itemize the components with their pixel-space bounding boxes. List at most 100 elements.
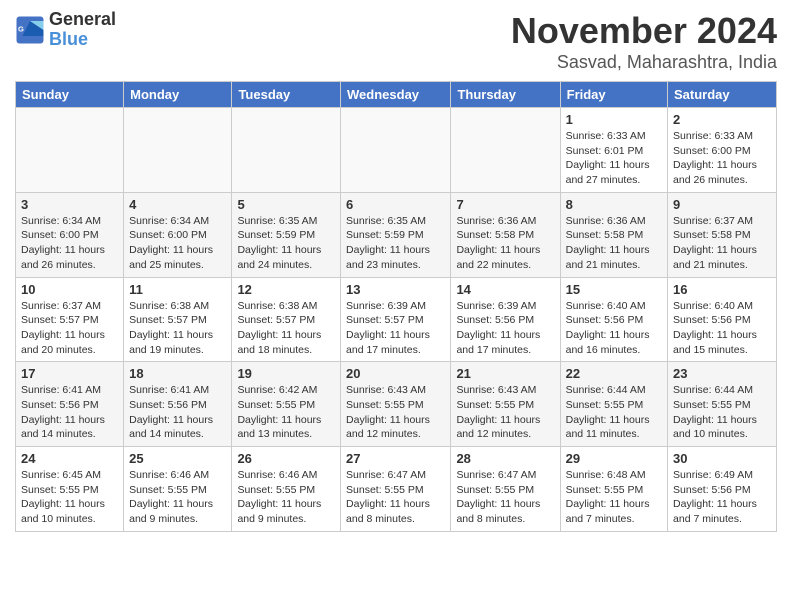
day-cell: 17 Sunrise: 6:41 AM Sunset: 5:56 PM Dayli… (16, 362, 124, 447)
month-title: November 2024 (511, 10, 777, 52)
day-cell (341, 108, 451, 193)
day-info: Sunrise: 6:36 AM Sunset: 5:58 PM Dayligh… (456, 214, 554, 273)
day-number: 30 (673, 451, 771, 466)
day-cell: 22Sunrise: 6:44 AM Sunset: 5:55 PM Dayli… (560, 362, 667, 447)
weekday-saturday: Saturday (668, 82, 777, 108)
day-cell: 19 Sunrise: 6:42 AM Sunset: 5:55 PM Dayli… (232, 362, 341, 447)
weekday-thursday: Thursday (451, 82, 560, 108)
day-info: Sunrise: 6:37 AM Sunset: 5:57 PM Dayligh… (21, 299, 118, 358)
day-cell (16, 108, 124, 193)
day-number: 3 (21, 197, 118, 212)
day-cell: 23Sunrise: 6:44 AM Sunset: 5:55 PM Dayli… (668, 362, 777, 447)
weekday-monday: Monday (124, 82, 232, 108)
day-number: 9 (673, 197, 771, 212)
weekday-sunday: Sunday (16, 82, 124, 108)
day-cell: 18Sunrise: 6:41 AM Sunset: 5:56 PM Dayli… (124, 362, 232, 447)
day-number: 12 (237, 282, 335, 297)
day-info: Sunrise: 6:48 AM Sunset: 5:55 PM Dayligh… (566, 468, 662, 527)
weekday-wednesday: Wednesday (341, 82, 451, 108)
day-number: 19 (237, 366, 335, 381)
location: Sasvad, Maharashtra, India (511, 52, 777, 73)
day-info: Sunrise: 6:47 AM Sunset: 5:55 PM Dayligh… (456, 468, 554, 527)
day-cell: 11 Sunrise: 6:38 AM Sunset: 5:57 PM Dayli… (124, 277, 232, 362)
day-number: 4 (129, 197, 226, 212)
day-number: 27 (346, 451, 445, 466)
day-info: Sunrise: 6:37 AM Sunset: 5:58 PM Dayligh… (673, 214, 771, 273)
day-cell: 14 Sunrise: 6:39 AM Sunset: 5:56 PM Dayli… (451, 277, 560, 362)
day-number: 6 (346, 197, 445, 212)
day-number: 14 (456, 282, 554, 297)
day-cell (232, 108, 341, 193)
day-number: 8 (566, 197, 662, 212)
day-info: Sunrise: 6:34 AM Sunset: 6:00 PM Dayligh… (21, 214, 118, 273)
header: G General Blue November 2024 Sasvad, Mah… (15, 10, 777, 73)
day-info: Sunrise: 6:35 AM Sunset: 5:59 PM Dayligh… (237, 214, 335, 273)
day-info: Sunrise: 6:34 AM Sunset: 6:00 PM Dayligh… (129, 214, 226, 273)
day-info: Sunrise: 6:35 AM Sunset: 5:59 PM Dayligh… (346, 214, 445, 273)
weekday-tuesday: Tuesday (232, 82, 341, 108)
day-number: 22 (566, 366, 662, 381)
day-info: Sunrise: 6:49 AM Sunset: 5:56 PM Dayligh… (673, 468, 771, 527)
day-number: 11 (129, 282, 226, 297)
day-info: Sunrise: 6:33 AM Sunset: 6:00 PM Dayligh… (673, 129, 771, 188)
logo-line1: General (49, 10, 116, 30)
week-row-1: 1 Sunrise: 6:33 AM Sunset: 6:01 PM Daylig… (16, 108, 777, 193)
day-info: Sunrise: 6:47 AM Sunset: 5:55 PM Dayligh… (346, 468, 445, 527)
day-info: Sunrise: 6:38 AM Sunset: 5:57 PM Dayligh… (129, 299, 226, 358)
day-cell: 15Sunrise: 6:40 AM Sunset: 5:56 PM Dayli… (560, 277, 667, 362)
day-number: 24 (21, 451, 118, 466)
day-cell: 8 Sunrise: 6:36 AM Sunset: 5:58 PM Daylig… (560, 192, 667, 277)
day-cell: 3 Sunrise: 6:34 AM Sunset: 6:00 PM Daylig… (16, 192, 124, 277)
day-cell: 13Sunrise: 6:39 AM Sunset: 5:57 PM Dayli… (341, 277, 451, 362)
day-info: Sunrise: 6:43 AM Sunset: 5:55 PM Dayligh… (346, 383, 445, 442)
day-info: Sunrise: 6:40 AM Sunset: 5:56 PM Dayligh… (673, 299, 771, 358)
logo-icon: G (15, 15, 45, 45)
logo: G General Blue (15, 10, 116, 50)
page-container: G General Blue November 2024 Sasvad, Mah… (0, 0, 792, 542)
week-row-4: 17 Sunrise: 6:41 AM Sunset: 5:56 PM Dayli… (16, 362, 777, 447)
week-row-5: 24 Sunrise: 6:45 AM Sunset: 5:55 PM Dayli… (16, 447, 777, 532)
day-info: Sunrise: 6:41 AM Sunset: 5:56 PM Dayligh… (21, 383, 118, 442)
day-info: Sunrise: 6:42 AM Sunset: 5:55 PM Dayligh… (237, 383, 335, 442)
day-info: Sunrise: 6:33 AM Sunset: 6:01 PM Dayligh… (566, 129, 662, 188)
logo-line2: Blue (49, 30, 116, 50)
day-number: 2 (673, 112, 771, 127)
day-info: Sunrise: 6:39 AM Sunset: 5:57 PM Dayligh… (346, 299, 445, 358)
day-cell: 7Sunrise: 6:36 AM Sunset: 5:58 PM Daylig… (451, 192, 560, 277)
day-number: 1 (566, 112, 662, 127)
day-cell: 27 Sunrise: 6:47 AM Sunset: 5:55 PM Dayli… (341, 447, 451, 532)
day-cell: 10 Sunrise: 6:37 AM Sunset: 5:57 PM Dayli… (16, 277, 124, 362)
day-number: 5 (237, 197, 335, 212)
day-number: 16 (673, 282, 771, 297)
day-cell: 29 Sunrise: 6:48 AM Sunset: 5:55 PM Dayli… (560, 447, 667, 532)
day-number: 17 (21, 366, 118, 381)
day-cell (124, 108, 232, 193)
day-cell: 5 Sunrise: 6:35 AM Sunset: 5:59 PM Daylig… (232, 192, 341, 277)
day-cell: 30 Sunrise: 6:49 AM Sunset: 5:56 PM Dayli… (668, 447, 777, 532)
day-cell: 12 Sunrise: 6:38 AM Sunset: 5:57 PM Dayli… (232, 277, 341, 362)
day-info: Sunrise: 6:40 AM Sunset: 5:56 PM Dayligh… (566, 299, 662, 358)
day-cell (451, 108, 560, 193)
day-info: Sunrise: 6:36 AM Sunset: 5:58 PM Dayligh… (566, 214, 662, 273)
day-number: 26 (237, 451, 335, 466)
day-info: Sunrise: 6:43 AM Sunset: 5:55 PM Dayligh… (456, 383, 554, 442)
day-info: Sunrise: 6:41 AM Sunset: 5:56 PM Dayligh… (129, 383, 226, 442)
calendar-table: SundayMondayTuesdayWednesdayThursdayFrid… (15, 81, 777, 532)
day-info: Sunrise: 6:39 AM Sunset: 5:56 PM Dayligh… (456, 299, 554, 358)
day-cell: 1 Sunrise: 6:33 AM Sunset: 6:01 PM Daylig… (560, 108, 667, 193)
day-cell: 24 Sunrise: 6:45 AM Sunset: 5:55 PM Dayli… (16, 447, 124, 532)
weekday-friday: Friday (560, 82, 667, 108)
day-cell: 26Sunrise: 6:46 AM Sunset: 5:55 PM Dayli… (232, 447, 341, 532)
day-info: Sunrise: 6:45 AM Sunset: 5:55 PM Dayligh… (21, 468, 118, 527)
day-cell: 6 Sunrise: 6:35 AM Sunset: 5:59 PM Daylig… (341, 192, 451, 277)
day-number: 29 (566, 451, 662, 466)
day-cell: 20Sunrise: 6:43 AM Sunset: 5:55 PM Dayli… (341, 362, 451, 447)
day-info: Sunrise: 6:38 AM Sunset: 5:57 PM Dayligh… (237, 299, 335, 358)
day-number: 10 (21, 282, 118, 297)
day-cell: 28Sunrise: 6:47 AM Sunset: 5:55 PM Dayli… (451, 447, 560, 532)
day-info: Sunrise: 6:44 AM Sunset: 5:55 PM Dayligh… (673, 383, 771, 442)
week-row-3: 10 Sunrise: 6:37 AM Sunset: 5:57 PM Dayli… (16, 277, 777, 362)
day-cell: 16 Sunrise: 6:40 AM Sunset: 5:56 PM Dayli… (668, 277, 777, 362)
svg-text:G: G (18, 24, 24, 33)
day-cell: 9 Sunrise: 6:37 AM Sunset: 5:58 PM Daylig… (668, 192, 777, 277)
